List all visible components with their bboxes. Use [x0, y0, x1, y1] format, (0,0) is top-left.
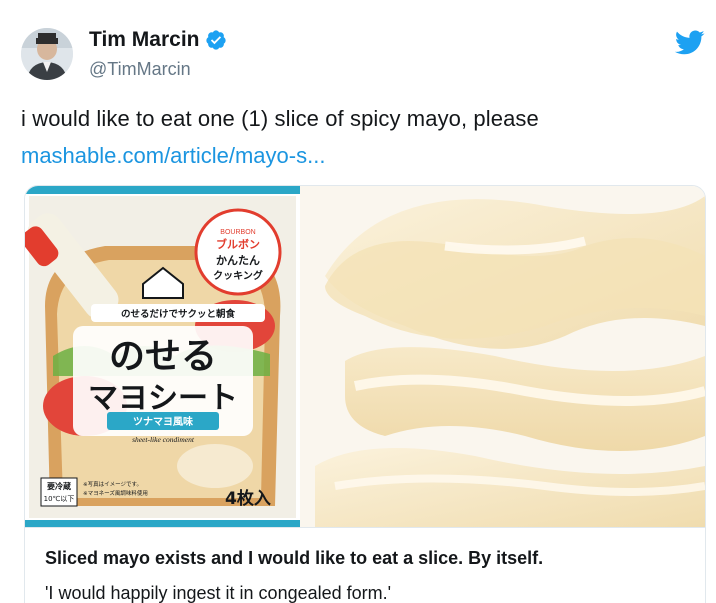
package-tagline: のせるだけでサクッと朝食 — [121, 308, 236, 320]
package-title-line1: のせる — [109, 336, 217, 377]
author-handle[interactable]: @TimMarcin — [89, 59, 191, 80]
package-subtitle: sheet-like condiment — [132, 435, 195, 444]
link-card[interactable]: BOURBON ブルボン かんたん クッキング のせるだけでサクッと朝食 のせる… — [24, 185, 706, 603]
card-title[interactable]: Sliced mayo exists and I would like to e… — [45, 548, 543, 569]
storage-line2: 10℃以下 — [44, 495, 75, 503]
badge-line1: ブルボン — [216, 237, 260, 251]
avatar[interactable] — [21, 28, 73, 80]
verified-badge-icon — [206, 30, 227, 50]
package-note-line1: ※写真はイメージです。 — [83, 480, 142, 488]
card-image[interactable]: BOURBON ブルボン かんたん クッキング のせるだけでサクッと朝食 のせる… — [25, 186, 705, 528]
author-name[interactable]: Tim Marcin — [89, 28, 199, 52]
twitter-bird-icon[interactable] — [675, 30, 705, 56]
badge-line3: クッキング — [213, 269, 263, 282]
package-count: 4枚入 — [225, 488, 271, 509]
package-note-line2: ※マヨネーズ風調味料使用 — [83, 489, 148, 497]
storage-line1: 要冷蔵 — [47, 481, 71, 491]
badge-line2: かんたん — [216, 254, 260, 267]
article-link[interactable]: mashable.com/article/mayo-s... — [21, 143, 325, 169]
brand-label: BOURBON — [220, 229, 255, 236]
card-description: 'I would happily ingest it in congealed … — [45, 583, 392, 603]
package-title-line2: マヨシート — [88, 381, 238, 416]
tweet-text: i would like to eat one (1) slice of spi… — [21, 106, 539, 131]
tweet-header: Tim Marcin @TimMarcin — [21, 24, 705, 84]
package-flavor: ツナマヨ風味 — [133, 415, 193, 428]
